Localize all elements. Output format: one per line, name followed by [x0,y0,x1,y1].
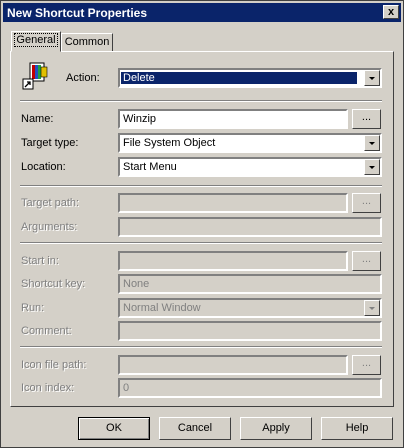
target-path-browse-button[interactable]: ... [352,193,381,213]
action-label: Action: [66,72,100,84]
icon-file-path-browse-button[interactable]: ... [352,355,381,375]
shortcut-key-input[interactable]: None [118,274,382,294]
ok-button[interactable]: OK [78,417,150,440]
dialog-window: New Shortcut Properties x General Common… [0,0,404,448]
target-path-input[interactable] [118,193,348,213]
run-dropdown-button[interactable] [364,300,380,316]
separator [20,100,382,102]
separator [20,346,382,348]
location-dropdown-button[interactable] [364,159,380,175]
browse-label: ... [361,253,372,265]
ok-label: OK [106,422,122,434]
help-label: Help [345,422,369,434]
shortcut-key-value: None [123,278,150,290]
tab-common-label: Common [64,36,110,48]
comment-label: Comment: [21,325,72,337]
target-type-value: File System Object [123,137,216,149]
target-type-select[interactable]: File System Object [118,133,382,153]
browse-label: ... [361,195,372,207]
tab-general-label: General [14,33,58,47]
tab-general[interactable]: General [11,31,61,52]
location-select[interactable]: Start Menu [118,157,382,177]
separator [20,242,382,244]
name-browse-button[interactable]: ... [352,109,381,129]
name-label: Name: [21,113,54,125]
chevron-down-icon [369,166,375,169]
location-value: Start Menu [123,161,177,173]
arguments-input[interactable] [118,217,382,237]
icon-file-path-input[interactable] [118,355,348,375]
icon-file-path-label: Icon file path: [21,359,87,371]
icon-index-input[interactable]: 0 [118,378,382,398]
shortcut-app-icon [21,59,53,91]
apply-label: Apply [262,422,290,434]
cancel-label: Cancel [177,422,213,434]
help-button[interactable]: Help [321,417,393,440]
apply-button[interactable]: Apply [240,417,312,440]
browse-label: ... [361,357,372,369]
chevron-down-icon [369,307,375,310]
comment-input[interactable] [118,321,382,341]
close-button[interactable]: x [383,5,399,19]
action-select[interactable]: Delete [118,68,382,88]
start-in-browse-button[interactable]: ... [352,251,381,271]
shortcut-key-label: Shortcut key: [21,278,86,290]
target-path-label: Target path: [21,197,80,209]
action-dropdown-button[interactable] [364,70,380,86]
target-type-label: Target type: [21,137,79,149]
separator [20,185,382,187]
name-input[interactable]: Winzip [118,109,348,129]
chevron-down-icon [369,142,375,145]
window-title: New Shortcut Properties [7,6,148,20]
browse-label: ... [361,111,372,123]
start-in-input[interactable] [118,251,348,271]
cancel-button[interactable]: Cancel [159,417,231,440]
run-value: Normal Window [123,302,201,314]
icon-index-label: Icon index: [21,382,75,394]
chevron-down-icon [369,77,375,80]
target-type-dropdown-button[interactable] [364,135,380,151]
tab-common[interactable]: Common [61,33,113,52]
name-value: Winzip [123,113,157,125]
title-bar[interactable]: New Shortcut Properties x [3,3,401,22]
action-value: Delete [121,72,357,84]
icon-index-value: 0 [123,382,130,394]
start-in-label: Start in: [21,255,59,267]
run-label: Run: [21,302,45,314]
arguments-label: Arguments: [21,221,78,233]
close-icon: x [387,6,395,18]
run-select[interactable]: Normal Window [118,298,382,318]
location-label: Location: [21,161,66,173]
